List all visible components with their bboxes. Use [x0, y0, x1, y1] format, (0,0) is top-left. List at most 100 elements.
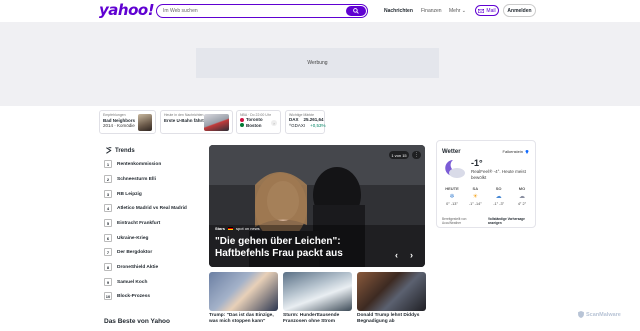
weather-widget[interactable]: Wetter Falkenstein -1° RealFeel® -4°. He…: [436, 140, 536, 228]
news-card-image: [357, 272, 426, 311]
hero-title[interactable]: "Die gehen über Leichen": Haftbefehls Fr…: [215, 236, 395, 260]
trend-item[interactable]: 2 Schneesturm Elli: [104, 175, 156, 183]
news-card[interactable]: Sturm: Hunderttausende Franzosen ohne St…: [283, 272, 352, 324]
ticker-card-recommendation[interactable]: Empfehlungen Bad Neighbors 2014 · Komödi…: [99, 110, 156, 134]
ticker-card-market[interactable]: Wichtige Märkte DAX 25.261,64 ^GDAXI +0,53…: [285, 110, 326, 134]
hero-story[interactable]: 1 von 15 ⋮ Stars spot on news "Die gehen …: [209, 145, 425, 267]
news-card-image: [209, 272, 278, 311]
login-button[interactable]: Anmelden: [503, 4, 536, 17]
day-label: SO: [495, 186, 502, 191]
trend-rank: 8: [104, 263, 112, 271]
news-card[interactable]: Trump: "Das ist das Einzige, was mich st…: [209, 272, 278, 324]
ad-banner[interactable]: Werbung: [196, 48, 439, 78]
forecast-day: SA ☀ -1° -14°: [465, 186, 485, 206]
ticker-card-news[interactable]: Heute in den Nachrichten Erste U-Bahn fä…: [160, 110, 233, 134]
trend-label: Ukraine-Krieg: [117, 235, 149, 241]
team-name: Boston: [246, 122, 262, 128]
cloud-snow-icon: ☁: [495, 194, 502, 200]
weather-location[interactable]: Falkenstein: [503, 149, 529, 154]
temp-range: 0° -13°: [446, 202, 458, 206]
next-arrow-icon[interactable]: ›: [410, 250, 413, 260]
search-button[interactable]: [346, 6, 366, 16]
trend-rank: 1: [104, 160, 112, 168]
trend-rank: 7: [104, 248, 112, 256]
temp-range: -1° -14°: [468, 202, 482, 206]
trend-label: Samuel Koch: [117, 279, 148, 285]
index-symbol: ^GDAXI: [289, 122, 306, 128]
temp-range: 4° 2°: [517, 202, 527, 206]
chevron-down-icon: ⌄: [461, 8, 466, 14]
celtics-logo-icon: [240, 123, 244, 128]
trends-heading: Trends: [105, 147, 135, 154]
trend-label: Der Bergdoktor: [117, 249, 153, 255]
german-flag-icon: [228, 227, 234, 230]
trends-panel: Trends 1 Rentenkommission 2 Schneesturm El…: [99, 140, 199, 307]
news-card-title: Donald Trump lehnt Diddys Begnadigung ab: [357, 313, 420, 324]
nav-news[interactable]: Nachrichten: [384, 8, 413, 14]
location-pin-icon: [525, 150, 529, 154]
trend-rank: 6: [104, 234, 112, 242]
news-card-title: Sturm: Hunderttausende Franzosen ohne St…: [283, 313, 340, 324]
temp-range: -1° -3°: [493, 202, 505, 206]
snow-icon: ❄: [449, 194, 455, 200]
trend-item[interactable]: 9 Samuel Koch: [104, 278, 147, 286]
weather-footer: Bereitgestellt von AccuWeather Vollständ…: [442, 217, 532, 225]
movie-thumbnail: [138, 114, 152, 131]
trend-rank: 2: [104, 175, 112, 183]
watermark-text: ScanMalware: [586, 311, 621, 318]
nav-finance[interactable]: Finanzen: [421, 8, 442, 14]
sun-icon: ☀: [472, 194, 479, 200]
ticker-card-nba[interactable]: NBA · Do 22:00 Uhr Toronto Boston ›: [236, 110, 281, 134]
news-card-title: Trump: "Das ist das Einzige, was mich st…: [209, 313, 274, 324]
news-thumbnail: [204, 114, 229, 131]
trend-item[interactable]: 4 Atletico Madrid vs Real Madrid: [104, 204, 187, 212]
slide-counter: 1 von 15: [389, 151, 409, 159]
ad-label: Werbung: [307, 60, 328, 66]
moon-cloud-icon: [445, 160, 465, 178]
forecast-day: MO ☁ 4° 2°: [512, 186, 532, 206]
trend-rank: 5: [104, 219, 112, 227]
day-label: MO: [518, 186, 526, 191]
raptors-logo-icon: [240, 117, 244, 122]
mail-label: Mail: [486, 7, 496, 14]
trend-item[interactable]: 1 Rentenkommission: [104, 160, 161, 168]
weather-provider: Bereitgestellt von AccuWeather: [442, 217, 467, 225]
trend-label: Atletico Madrid vs Real Madrid: [117, 205, 187, 211]
source-brand: Stars: [215, 226, 226, 231]
trend-item[interactable]: 5 Eintracht Frankfurt: [104, 219, 160, 227]
trend-item[interactable]: 8 DroneShield Aktie: [104, 263, 158, 271]
best-of-heading: Das Beste von Yahoo: [104, 318, 170, 325]
watermark: ScanMalware: [578, 311, 621, 318]
cloud-icon: ☁: [518, 194, 525, 200]
search-input[interactable]: [163, 6, 343, 16]
chevron-right-icon[interactable]: ›: [271, 120, 277, 126]
search-bar[interactable]: [156, 4, 368, 18]
trend-item[interactable]: 3 RB Leipzig: [104, 190, 142, 198]
trend-rank: 9: [104, 278, 112, 286]
location-label: Falkenstein: [502, 149, 523, 154]
trend-label: DroneShield Aktie: [117, 264, 159, 270]
yahoo-logo[interactable]: yahoo!: [99, 1, 155, 19]
trend-rank: 4: [104, 204, 112, 212]
index-change: +0,53%: [310, 122, 326, 128]
trend-label: RB Leipzig: [117, 191, 142, 197]
full-forecast-link[interactable]: Vollständige Vorhersage anzeigen: [488, 217, 532, 225]
more-options-icon[interactable]: ⋮: [412, 151, 421, 159]
shield-icon: [578, 311, 584, 318]
trend-item[interactable]: 7 Der Bergdoktor: [104, 248, 152, 256]
nav-more[interactable]: Mehr ⌄: [449, 8, 466, 14]
trend-label: Rentenkommission: [117, 161, 162, 167]
prev-arrow-icon[interactable]: ‹: [395, 250, 398, 260]
trend-rank: 3: [104, 190, 112, 198]
stock-row: ^GDAXI +0,53%: [289, 122, 326, 129]
trend-label: Block-Prozess: [117, 293, 151, 299]
trend-item[interactable]: 6 Ukraine-Krieg: [104, 234, 148, 242]
news-card-image: [283, 272, 352, 311]
day-label: SA: [472, 186, 479, 191]
mail-button[interactable]: Mail: [475, 5, 499, 16]
trend-item[interactable]: 10 Block-Prozess: [104, 292, 150, 300]
news-card[interactable]: Donald Trump lehnt Diddys Begnadigung ab: [357, 272, 426, 324]
search-icon: [353, 8, 359, 14]
trend-rank: 10: [104, 292, 112, 300]
weather-description: RealFeel® -4°. Heute meist bewölkt: [471, 169, 526, 180]
